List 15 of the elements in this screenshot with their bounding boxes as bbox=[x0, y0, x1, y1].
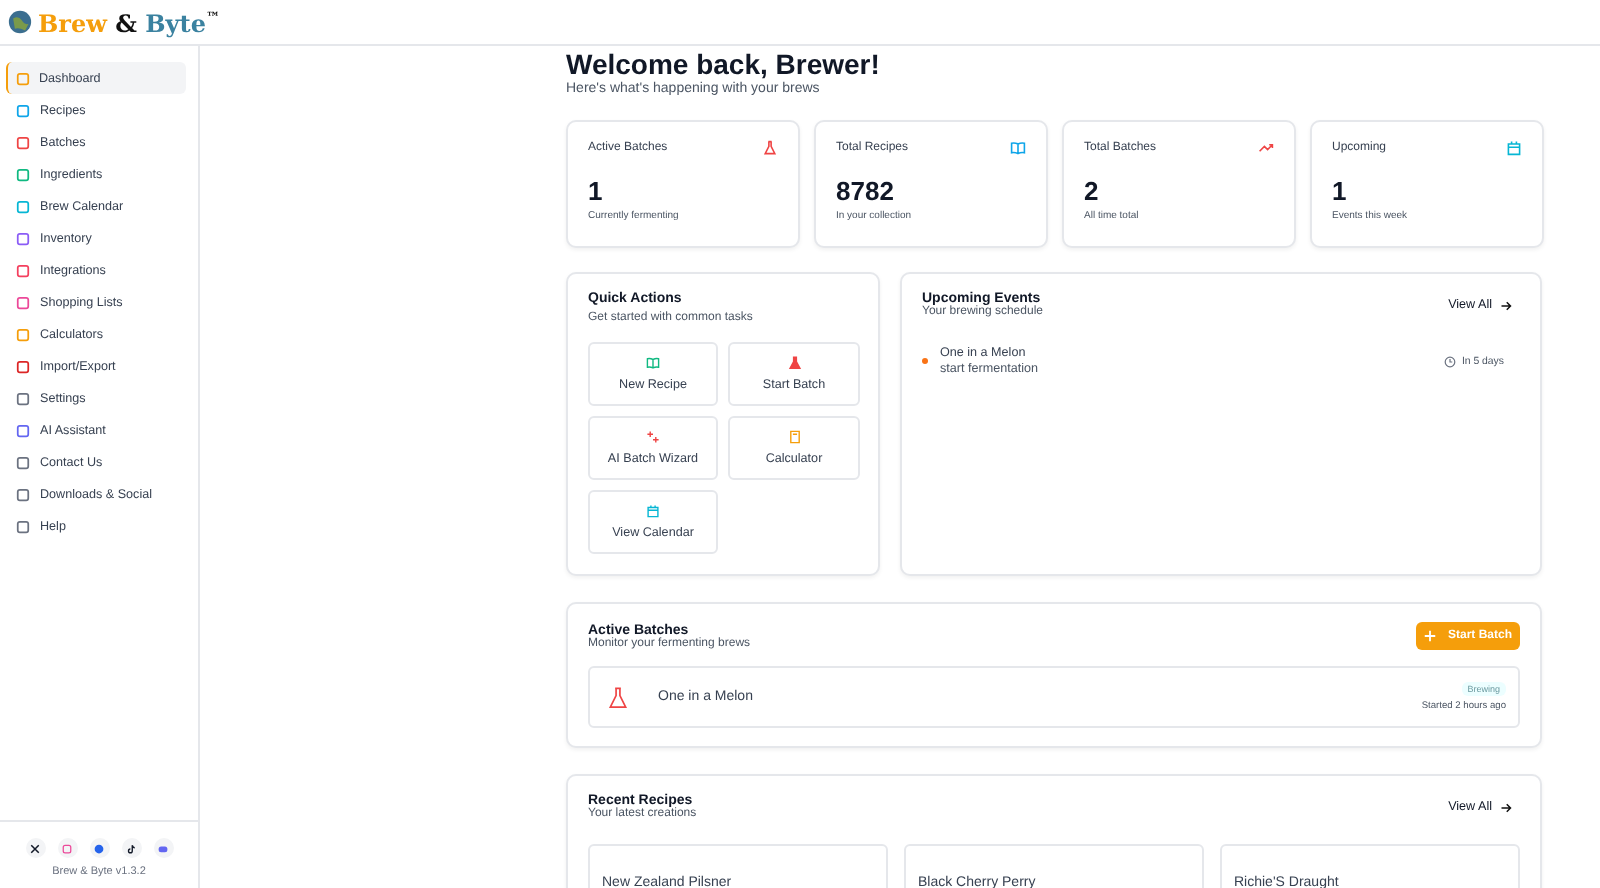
flask-icon bbox=[606, 685, 630, 709]
stat-value: 1 bbox=[588, 178, 605, 206]
social-button[interactable] bbox=[25, 838, 45, 858]
clock-icon bbox=[1443, 355, 1456, 367]
brand-logo: Brew & Byte$^{™}$ bbox=[38, 7, 220, 37]
page-title: Welcome back, Brewer! bbox=[566, 46, 882, 80]
plus-icon bbox=[1423, 630, 1436, 642]
arrow-icon bbox=[1500, 801, 1512, 813]
stat-value: 8782 bbox=[836, 178, 896, 206]
globe-logo-icon bbox=[8, 10, 32, 34]
social-button[interactable] bbox=[121, 838, 141, 858]
arrow-icon bbox=[1500, 299, 1512, 311]
stat-value: 2 bbox=[1084, 178, 1101, 206]
bullet-icon bbox=[922, 358, 928, 364]
stat-value: 1 bbox=[1332, 178, 1349, 206]
